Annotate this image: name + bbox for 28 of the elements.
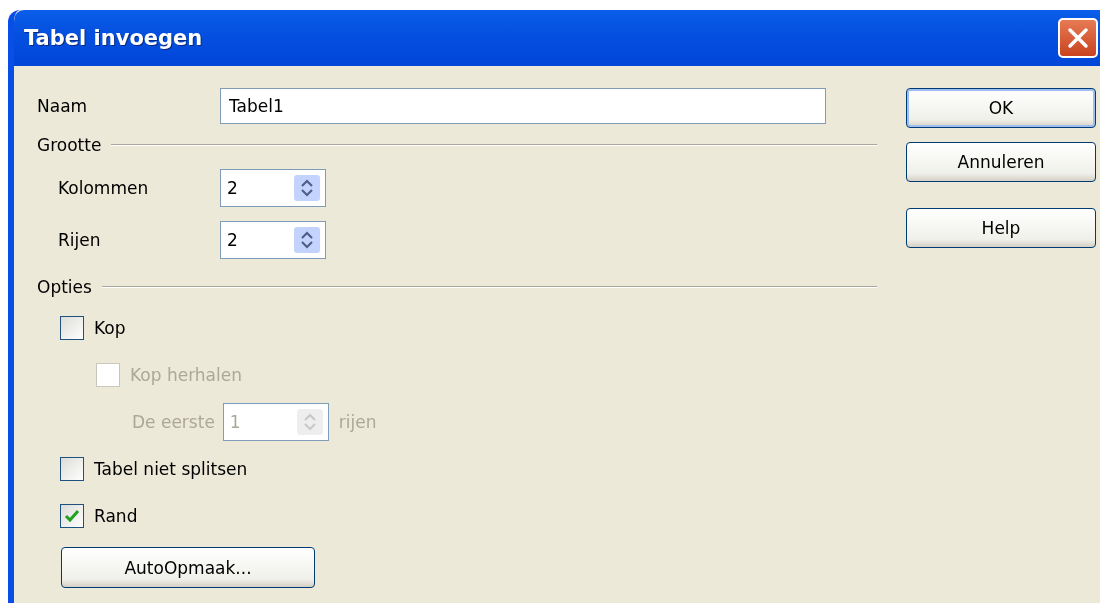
name-label: Naam — [37, 96, 89, 116]
dialog-button[interactable]: OK — [906, 88, 1096, 128]
autoformat-button[interactable]: AutoOpmaak... — [61, 547, 315, 588]
rows-label: De eerste — [132, 411, 215, 432]
spin-field[interactable]: 2 — [220, 169, 326, 207]
close-button[interactable] — [1058, 18, 1098, 58]
rows-suffix: rijen — [338, 411, 377, 432]
checkbox[interactable] — [60, 315, 84, 340]
spinner-arrows-icon — [296, 408, 323, 435]
checkbox-label: Tabel niet splitsen — [94, 458, 248, 479]
close-icon — [1067, 27, 1089, 49]
size-label: Kolommen — [57, 178, 150, 198]
size-heading: Grootte — [37, 135, 102, 155]
size-label: Rijen — [57, 230, 102, 250]
dialog-button[interactable]: Annuleren — [906, 142, 1096, 182]
name-field[interactable]: Tabel1 — [220, 88, 826, 124]
checkbox-label: Kop herhalen — [130, 364, 242, 385]
checkbox[interactable] — [60, 456, 84, 481]
check-mark-icon — [64, 507, 80, 524]
dialog-button[interactable]: Help — [906, 208, 1096, 248]
checkbox[interactable] — [60, 503, 84, 528]
spinner-arrows-icon — [294, 175, 320, 201]
options-heading: Opties — [37, 277, 92, 297]
checkbox-label: Rand — [94, 505, 138, 526]
checkbox-label: Kop — [94, 317, 126, 338]
spin-field[interactable]: 2 — [220, 221, 326, 259]
spinner-arrows-icon — [294, 227, 320, 253]
window-title: Tabel invoegen — [24, 26, 203, 50]
